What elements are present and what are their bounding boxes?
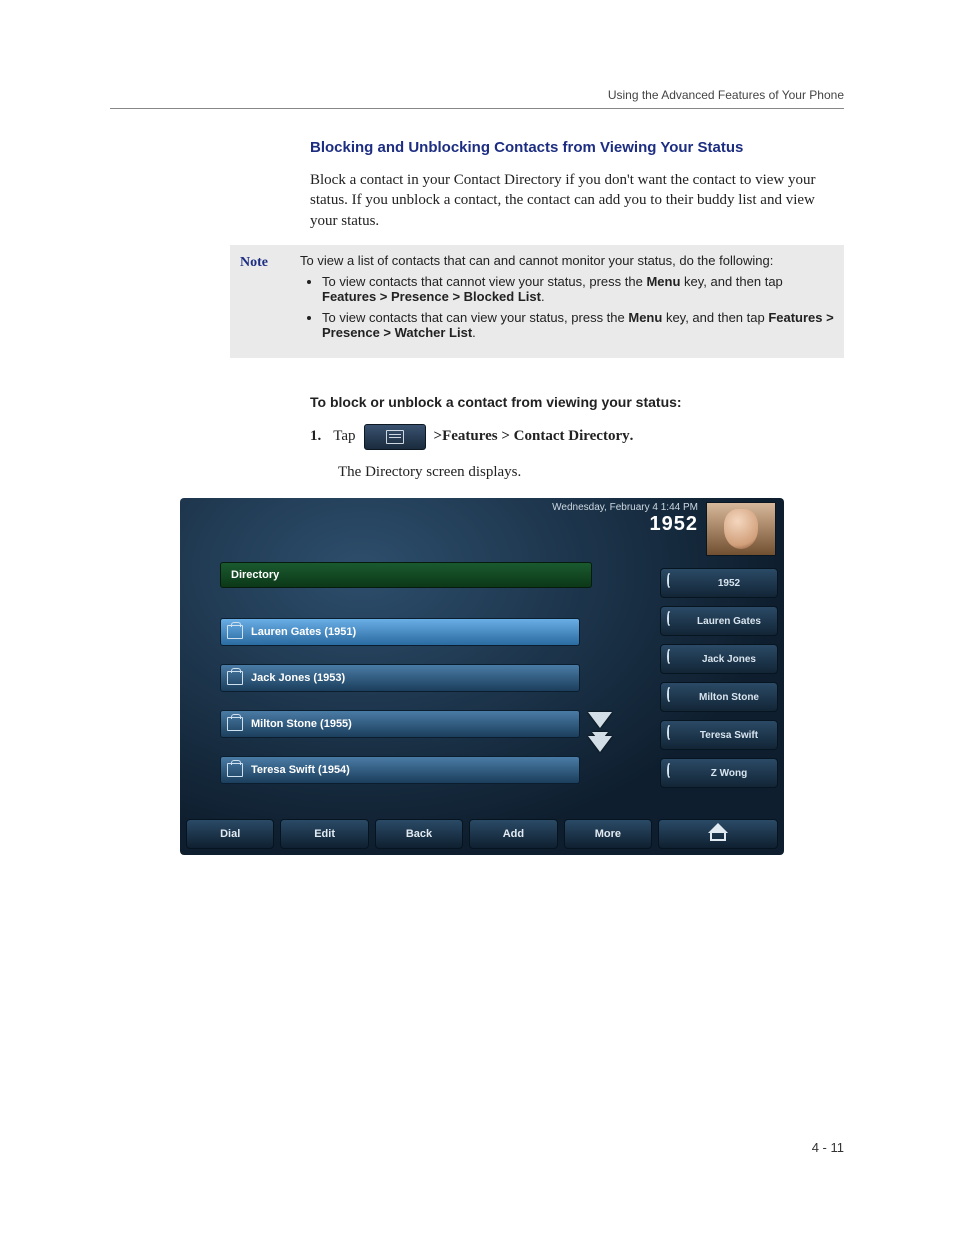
directory-item[interactable]: Teresa Swift (1954) (220, 756, 580, 784)
section-intro: Block a contact in your Contact Director… (310, 170, 844, 231)
phone-datetime: Wednesday, February 4 1:44 PM (188, 502, 698, 513)
note-bullet-2: To view contacts that can view your stat… (322, 310, 834, 340)
directory-item[interactable]: Milton Stone (1955) (220, 710, 580, 738)
handset-icon (667, 725, 671, 740)
sidebar-contact[interactable]: Teresa Swift (660, 720, 778, 750)
sidebar-contact[interactable]: Lauren Gates (660, 606, 778, 636)
handset-icon (667, 573, 671, 588)
sidebar-contact[interactable]: Milton Stone (660, 682, 778, 712)
phone-screenshot: Wednesday, February 4 1:44 PM 1952 Direc… (180, 498, 784, 855)
add-button[interactable]: Add (469, 819, 557, 849)
contact-card-icon (227, 717, 243, 731)
directory-item[interactable]: Jack Jones (1953) (220, 664, 580, 692)
dial-button[interactable]: Dial (186, 819, 274, 849)
step-result: The Directory screen displays. (338, 462, 844, 482)
handset-icon (667, 611, 671, 626)
directory-item[interactable]: Lauren Gates (1951) (220, 618, 580, 646)
handset-icon (667, 763, 671, 778)
contact-card-icon (227, 671, 243, 685)
procedure-heading: To block or unblock a contact from viewi… (310, 394, 844, 410)
menu-button-icon (364, 424, 426, 450)
note-bullet-1: To view contacts that cannot view your s… (322, 274, 834, 304)
header-rule (110, 108, 844, 109)
directory-header: Directory (220, 562, 592, 588)
running-header: Using the Advanced Features of Your Phon… (110, 88, 844, 102)
handset-icon (667, 649, 671, 664)
contact-card-icon (227, 763, 243, 777)
home-button[interactable] (658, 819, 778, 849)
page-number: 4 - 11 (812, 1140, 844, 1155)
chevron-down-icon[interactable] (588, 712, 612, 728)
note-block: Note To view a list of contacts that can… (230, 245, 844, 358)
step-1: 1. Tap > Features > Contact Directory. (310, 424, 844, 450)
step-number: 1. (310, 428, 321, 445)
chevron-down-double-icon[interactable] (588, 736, 612, 752)
avatar (706, 502, 776, 556)
phone-extension: 1952 (188, 513, 698, 536)
sidebar-line-1952[interactable]: 1952 (660, 568, 778, 598)
note-lead: To view a list of contacts that can and … (300, 253, 834, 268)
sidebar-contact[interactable]: Z Wong (660, 758, 778, 788)
step-tap-word: Tap (333, 428, 355, 445)
more-button[interactable]: More (564, 819, 652, 849)
home-icon (710, 827, 726, 841)
section-heading: Blocking and Unblocking Contacts from Vi… (310, 139, 844, 156)
back-button[interactable]: Back (375, 819, 463, 849)
contact-card-icon (227, 625, 243, 639)
edit-button[interactable]: Edit (280, 819, 368, 849)
note-label: Note (240, 253, 300, 271)
sidebar-contact[interactable]: Jack Jones (660, 644, 778, 674)
handset-icon (667, 687, 671, 702)
step-path-prefix: > (434, 428, 443, 445)
step-path: Features > Contact Directory (442, 428, 630, 445)
